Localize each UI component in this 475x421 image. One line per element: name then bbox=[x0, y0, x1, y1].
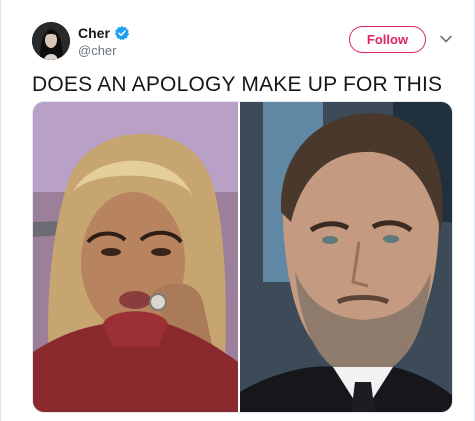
author-display-name-text[interactable]: Cher bbox=[78, 24, 110, 42]
photo-right bbox=[240, 102, 452, 412]
follow-button[interactable]: Follow bbox=[349, 26, 426, 53]
tweet-media[interactable] bbox=[32, 101, 453, 413]
author-handle[interactable]: @cher bbox=[78, 43, 130, 59]
chevron-down-icon[interactable] bbox=[439, 32, 453, 46]
photo-left bbox=[33, 102, 238, 412]
media-image bbox=[33, 102, 452, 412]
tweet-text: DOES AN APOLOGY MAKE UP FOR THIS bbox=[32, 73, 443, 96]
author-display-name[interactable]: Cher bbox=[78, 24, 130, 42]
verified-badge-icon bbox=[114, 26, 129, 41]
author-names: Cher @cher bbox=[78, 24, 130, 59]
author-avatar[interactable] bbox=[32, 22, 70, 60]
tweet-header: Cher @cher Follow bbox=[32, 22, 452, 62]
tweet-card: Cher @cher Follow DOES AN APOLOGY MAKE U… bbox=[0, 0, 475, 421]
